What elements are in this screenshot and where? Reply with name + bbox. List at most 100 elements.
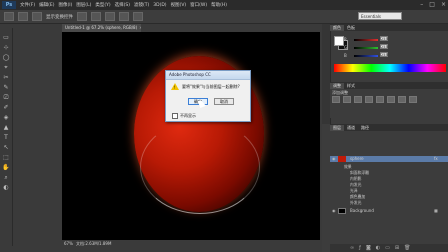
new-group-icon[interactable]: ▭	[385, 245, 390, 251]
visibility-eye-icon[interactable]: ◉	[332, 156, 336, 162]
minimize-button[interactable]: –	[420, 1, 423, 8]
slider-b[interactable]	[354, 55, 378, 57]
path-select-tool-icon[interactable]: ↖	[2, 144, 10, 151]
history-tool-icon[interactable]: ◈	[2, 114, 10, 121]
dont-show-again[interactable]: 不再显示	[172, 113, 196, 119]
color-panel: 颜色 色板	[330, 24, 448, 82]
menu-image[interactable]: 图像(I)	[58, 2, 72, 8]
eyedropper-tool-icon[interactable]: ✂	[2, 74, 10, 81]
fx-icon[interactable]: fx	[434, 156, 438, 162]
slider-r[interactable]	[354, 39, 378, 41]
crop-tool-icon[interactable]: ⌖	[2, 64, 10, 71]
hand-tool-icon[interactable]: ✋	[2, 164, 10, 171]
shape-tool-icon[interactable]: ⬚	[2, 154, 10, 161]
menu-file[interactable]: 文件(F)	[20, 2, 35, 8]
slider-g[interactable]	[354, 47, 378, 49]
healing-tool-icon[interactable]: ✎	[2, 84, 10, 91]
adjustments-panel: 调整 样式 添加调整	[330, 82, 448, 118]
layer-thumbnail	[338, 156, 346, 162]
zoom-level[interactable]: 67%	[64, 241, 73, 246]
menu-filter[interactable]: 滤镜(T)	[134, 2, 149, 8]
menu-help[interactable]: 帮助(H)	[211, 2, 227, 8]
exposure-icon[interactable]	[365, 96, 373, 103]
tab-channels[interactable]: 通道	[344, 125, 358, 131]
menu-3d[interactable]: 3D(D)	[153, 3, 166, 8]
tab-styles[interactable]: 样式	[344, 83, 358, 89]
layer-row-sphere[interactable]: ◉ sphere fx	[330, 156, 448, 162]
tab-adjustments[interactable]: 调整	[330, 82, 344, 89]
type-tool-icon[interactable]: T	[2, 134, 10, 141]
quick-select-tool-icon[interactable]: ◯	[2, 54, 10, 61]
slider-r-value[interactable]: 255	[380, 36, 388, 41]
curves-icon[interactable]	[354, 96, 362, 103]
dialog-title: Adobe Photoshop CC	[166, 71, 250, 80]
maximize-button[interactable]: □	[429, 1, 435, 8]
layer-name[interactable]: sphere	[350, 156, 364, 162]
close-document-icon[interactable]: ×	[139, 25, 141, 30]
clone-tool-icon[interactable]: ✐	[2, 104, 10, 111]
distribute-icon[interactable]	[119, 12, 129, 21]
dont-show-checkbox[interactable]	[172, 113, 178, 119]
foreground-color-swatch[interactable]	[334, 36, 344, 46]
align-left-icon[interactable]	[77, 12, 87, 21]
vibrance-icon[interactable]	[376, 96, 384, 103]
delete-effects-dialog: Adobe Photoshop CC ! 要将"效果"与当前图层一起删除? 确定…	[165, 70, 251, 122]
workspace-select[interactable]: Essentials	[358, 12, 402, 20]
document-tab[interactable]: Untitled-1 @ 67.2% (sphere, RGB/8) ×	[62, 24, 141, 32]
tools-panel: ▭ ⊹ ◯ ⌖ ✂ ✎ ⎚ ✐ ◈ ▲ T ↖ ⬚ ✋ ⌕ ◐	[0, 28, 13, 246]
tab-color[interactable]: 颜色	[330, 24, 344, 31]
tab-layers[interactable]: 图层	[330, 124, 344, 131]
new-adjustment-icon[interactable]: ◐	[376, 245, 380, 251]
color-balance-icon[interactable]	[398, 96, 406, 103]
menu-select[interactable]: 选择(S)	[115, 2, 130, 8]
add-mask-icon[interactable]: ◙	[366, 245, 371, 251]
zoom-tool-icon[interactable]: ⌕	[2, 174, 10, 181]
lasso-tool-icon[interactable]: ⊹	[2, 44, 10, 51]
add-style-icon[interactable]: ƒ	[359, 245, 361, 251]
layer-name[interactable]: Background	[350, 208, 374, 214]
color-tool-icon[interactable]: ◐	[2, 184, 10, 191]
black-white-icon[interactable]	[409, 96, 417, 103]
show-transform-controls-label[interactable]: 显示变换控件	[46, 14, 73, 20]
menu-bar: Ps 文件(F) 编辑(E) 图像(I) 图层(L) 类型(Y) 选择(S) 滤…	[0, 0, 448, 10]
brightness-icon[interactable]	[332, 96, 340, 103]
brush-tool-icon[interactable]: ⎚	[2, 94, 10, 101]
slider-b-label: B	[344, 53, 347, 58]
effect-item[interactable]: 外发光	[350, 200, 361, 206]
menu-type[interactable]: 类型(Y)	[95, 2, 110, 8]
layer-thumbnail	[338, 208, 346, 214]
menu-edit[interactable]: 编辑(E)	[39, 2, 54, 8]
tab-paths[interactable]: 路径	[358, 125, 372, 131]
photoshop-logo: Ps	[2, 1, 16, 9]
cancel-button[interactable]: 取消	[214, 98, 234, 105]
delete-layer-icon[interactable]: 🗑	[404, 245, 410, 251]
marquee-tool-icon[interactable]: ▭	[2, 34, 10, 41]
layers-footer: ∞ ƒ ◙ ◐ ▭ ⊞ 🗑	[330, 244, 448, 252]
menu-layer[interactable]: 图层(L)	[76, 2, 91, 8]
close-window-button[interactable]: ×	[441, 1, 446, 8]
hue-saturation-icon[interactable]	[387, 96, 395, 103]
color-spectrum[interactable]	[334, 64, 446, 72]
menu-view[interactable]: 视图(V)	[171, 2, 187, 8]
slider-r-label: R	[344, 37, 347, 42]
align-right-icon[interactable]	[105, 12, 115, 21]
sphere-rim-highlight	[140, 120, 260, 214]
3d-mode-icon[interactable]	[133, 12, 143, 21]
tab-swatches[interactable]: 色板	[344, 25, 358, 31]
slider-g-value[interactable]: 255	[380, 44, 388, 49]
window-controls: – □ ×	[420, 1, 446, 8]
levels-icon[interactable]	[343, 96, 351, 103]
layer-row-background[interactable]: ◉ Background ■	[330, 208, 448, 214]
slider-b-value[interactable]: 255	[380, 52, 388, 57]
move-tool-icon[interactable]	[4, 12, 14, 21]
document-size: 文档:2.63M/1.89M	[76, 241, 112, 246]
align-center-icon[interactable]	[91, 12, 101, 21]
new-layer-icon[interactable]: ⊞	[395, 245, 399, 251]
link-layers-icon[interactable]: ∞	[350, 245, 354, 251]
visibility-eye-icon[interactable]: ◉	[332, 208, 336, 214]
menu-window[interactable]: 窗口(W)	[190, 2, 207, 8]
auto-select-checkbox[interactable]	[18, 12, 28, 21]
align-icon[interactable]	[32, 12, 42, 21]
slider-g-label: G	[344, 45, 348, 50]
eraser-tool-icon[interactable]: ▲	[2, 124, 10, 131]
